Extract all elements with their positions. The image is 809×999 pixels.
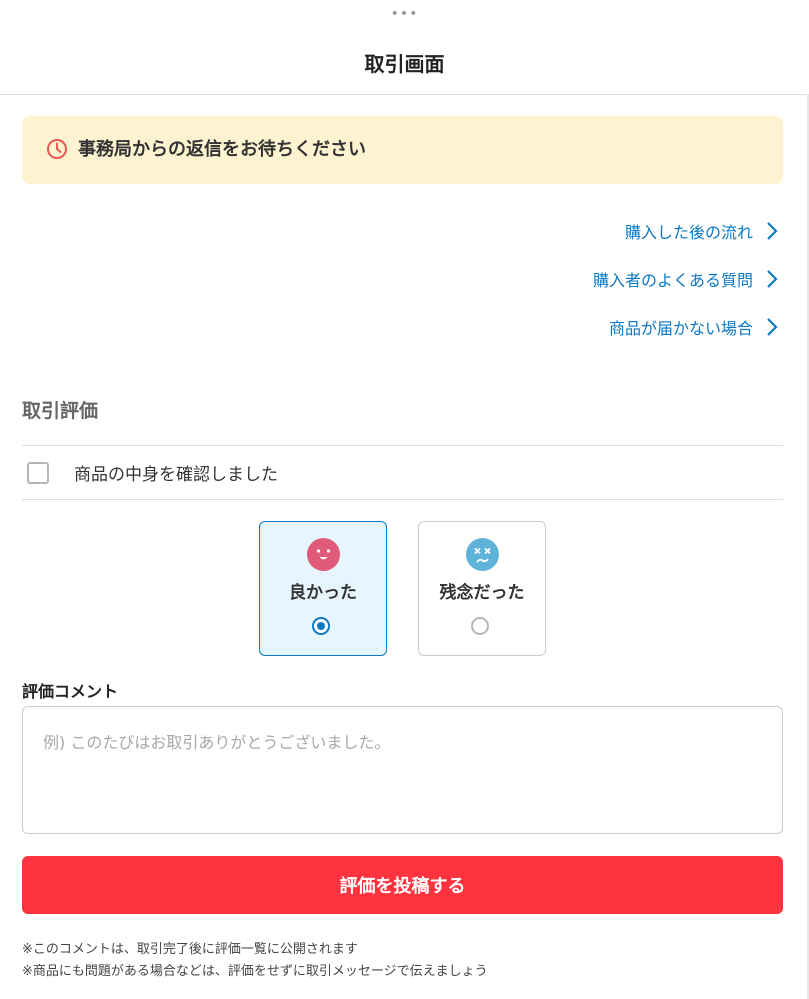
radio-unselected[interactable] — [471, 617, 489, 635]
comment-label: 評価コメント — [22, 682, 119, 701]
note-problem: ※商品にも問題がある場合などは、評価をせずに取引メッセージで伝えましょう — [22, 964, 488, 979]
confirm-checkbox[interactable] — [27, 461, 49, 484]
rating-bad-label: 残念だった — [439, 583, 525, 603]
comment-textarea[interactable] — [22, 706, 783, 834]
smile-face-icon — [307, 538, 340, 571]
chevron-right-icon — [767, 270, 778, 288]
rating-option-bad[interactable]: 残念だった — [418, 521, 546, 656]
link-item-not-arrived[interactable]: 商品が届かない場合 — [609, 313, 779, 341]
chevron-right-icon — [767, 318, 778, 336]
submit-rating-button[interactable]: 評価を投稿する — [22, 856, 783, 914]
chevron-right-icon — [767, 222, 778, 240]
sad-face-icon — [466, 538, 499, 571]
link-label: 購入者のよくある質問 — [592, 271, 753, 290]
clock-icon — [47, 139, 67, 159]
link-label: 商品が届かない場合 — [608, 319, 753, 338]
header-bar: ••• 取引画面 — [0, 0, 809, 95]
confirm-contents-row[interactable]: 商品の中身を確認しました — [22, 446, 783, 499]
notice-text: 事務局からの返信をお待ちください — [78, 139, 366, 160]
link-after-purchase-flow[interactable]: 購入した後の流れ — [625, 217, 779, 245]
rating-option-good[interactable]: 良かった — [259, 521, 387, 656]
confirm-label: 商品の中身を確認しました — [74, 465, 278, 485]
link-buyer-faq[interactable]: 購入者のよくある質問 — [593, 265, 779, 293]
more-dots-icon[interactable]: ••• — [0, 6, 809, 22]
rating-good-label: 良かった — [289, 583, 357, 603]
status-notice: 事務局からの返信をお待ちください — [22, 116, 783, 184]
note-public: ※このコメントは、取引完了後に評価一覧に公開されます — [22, 942, 358, 957]
section-title-rating: 取引評価 — [22, 400, 99, 422]
page-title: 取引画面 — [364, 52, 445, 76]
divider — [22, 499, 783, 500]
link-label: 購入した後の流れ — [624, 223, 753, 242]
radio-selected[interactable] — [312, 617, 330, 635]
